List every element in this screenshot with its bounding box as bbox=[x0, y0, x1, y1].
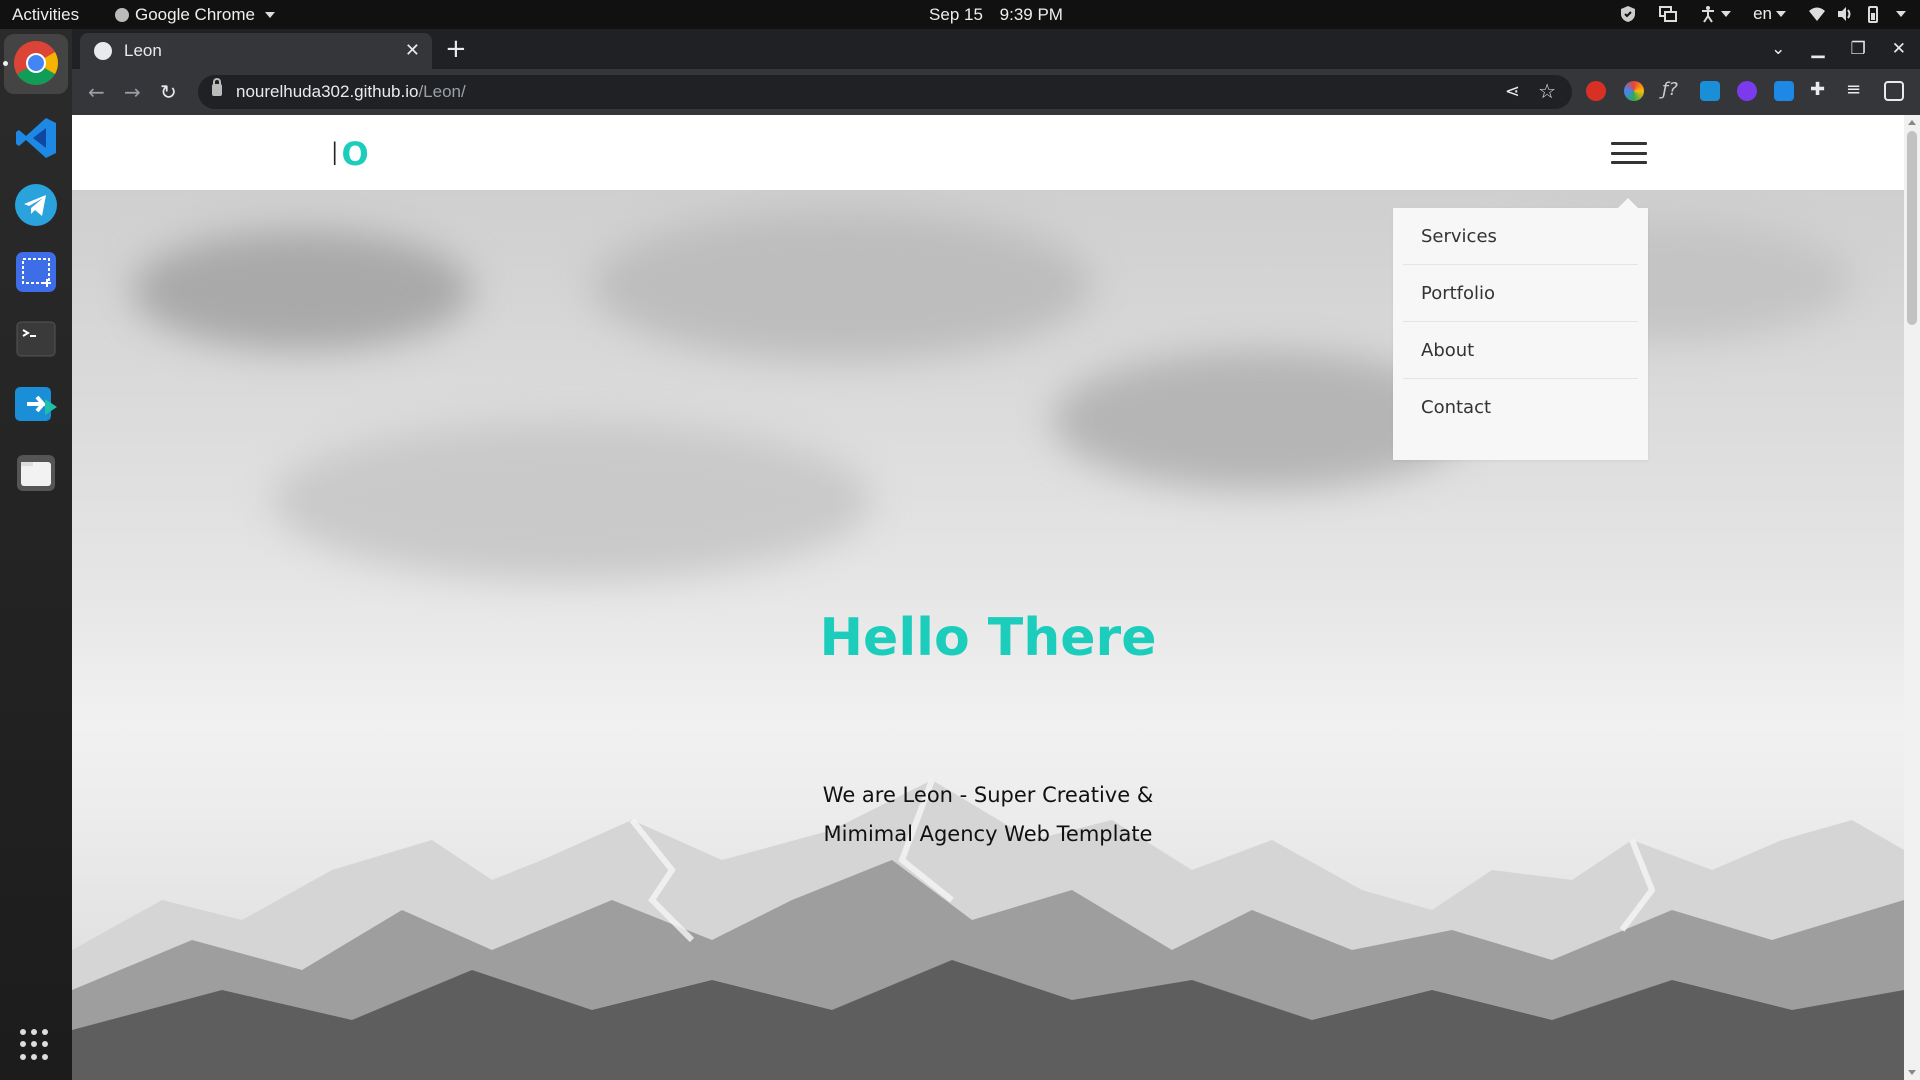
browser-toolbar: ← → ↻ nourelhuda302.github.io/Leon/ ⋖ ☆ … bbox=[72, 69, 1920, 115]
dock-telegram[interactable] bbox=[12, 181, 60, 229]
side-panel-icon[interactable] bbox=[1884, 81, 1904, 101]
nav-item-contact[interactable]: Contact bbox=[1403, 379, 1638, 436]
url-text: nourelhuda302.github.io/Leon/ bbox=[236, 82, 466, 102]
system-tray: en bbox=[1619, 4, 1906, 24]
dock-remote-desktop[interactable] bbox=[12, 382, 60, 430]
vscode-icon bbox=[16, 118, 56, 158]
forward-button[interactable]: → bbox=[124, 80, 141, 104]
dock-terminal[interactable] bbox=[12, 315, 60, 363]
accessibility-icon bbox=[1702, 6, 1715, 23]
window-controls: ⌄ ▁ ❐ ✕ bbox=[1771, 29, 1920, 69]
bookmark-star-icon[interactable]: ☆ bbox=[1538, 79, 1556, 104]
hero-subtitle-line-1: We are Leon - Super Creative & bbox=[822, 783, 1154, 807]
restore-button[interactable]: ❐ bbox=[1851, 39, 1866, 59]
hero-subtitle: We are Leon - Super Creative & Mimimal A… bbox=[72, 776, 1904, 854]
dock bbox=[0, 29, 72, 1080]
share-icon[interactable]: ⋖ bbox=[1505, 81, 1520, 102]
dock-files[interactable] bbox=[12, 449, 60, 497]
screens-icon[interactable] bbox=[1659, 5, 1678, 23]
cloud-shape bbox=[592, 210, 1092, 360]
clock-time: 9:39 PM bbox=[999, 5, 1063, 24]
nav-dropdown-menu: Services Portfolio About Contact bbox=[1393, 198, 1648, 460]
scrollbar-thumb[interactable] bbox=[1907, 131, 1917, 325]
dock-screenshot[interactable] bbox=[12, 248, 60, 296]
dock-chrome[interactable] bbox=[12, 39, 60, 87]
page-scrollbar[interactable] bbox=[1904, 115, 1920, 1080]
dock-running-indicator bbox=[3, 61, 8, 66]
hero-title: Hello There bbox=[819, 608, 1157, 668]
adblock-icon[interactable] bbox=[1586, 81, 1606, 101]
folder-icon bbox=[17, 455, 55, 491]
page-viewport: IO Hello There We are Leon - Super Creat… bbox=[72, 115, 1920, 1080]
download-extension-icon[interactable] bbox=[1774, 81, 1794, 101]
chrome-icon bbox=[14, 41, 58, 85]
telegram-icon bbox=[15, 184, 57, 226]
reload-button[interactable]: ↻ bbox=[160, 80, 177, 104]
url-path: /Leon/ bbox=[418, 82, 466, 101]
address-bar[interactable]: nourelhuda302.github.io/Leon/ ⋖ ☆ bbox=[198, 75, 1572, 109]
new-tab-button[interactable]: + bbox=[445, 34, 467, 64]
dock-vscode[interactable] bbox=[12, 114, 60, 162]
close-window-button[interactable]: ✕ bbox=[1892, 39, 1906, 59]
status-menu[interactable] bbox=[1808, 5, 1906, 23]
language-label: en bbox=[1753, 4, 1772, 23]
hamburger-menu-icon[interactable] bbox=[1611, 142, 1647, 164]
nav-item-about[interactable]: About bbox=[1403, 322, 1638, 379]
cloud-shape bbox=[272, 420, 872, 580]
language-menu[interactable]: en bbox=[1753, 4, 1786, 24]
screenshot-icon bbox=[16, 252, 56, 292]
scroll-down-arrow-icon[interactable] bbox=[1908, 1070, 1916, 1075]
remote-extension-icon[interactable] bbox=[1700, 81, 1720, 101]
lock-icon[interactable] bbox=[212, 78, 222, 96]
color-picker-extension-icon[interactable] bbox=[1624, 81, 1644, 101]
system-top-bar: Activities Google Chrome Sep 15 9:39 PM … bbox=[0, 0, 1920, 29]
chevron-down-icon bbox=[1896, 11, 1906, 17]
accessibility-menu[interactable] bbox=[1699, 5, 1732, 23]
site-logo[interactable]: IO bbox=[330, 135, 371, 173]
purple-extension-icon[interactable] bbox=[1737, 81, 1757, 101]
battery-icon bbox=[1868, 6, 1878, 23]
logo-letter-right: O bbox=[341, 135, 371, 173]
globe-icon bbox=[94, 42, 112, 60]
chevron-down-icon bbox=[1776, 11, 1786, 17]
logo-letter-left: I bbox=[330, 135, 342, 173]
hero-subtitle-line-2: Mimimal Agency Web Template bbox=[823, 822, 1153, 846]
font-extension-icon[interactable]: ƒ? bbox=[1662, 79, 1682, 100]
volume-icon bbox=[1838, 7, 1851, 21]
reading-list-icon[interactable]: ≡ bbox=[1846, 79, 1866, 100]
cloud-shape bbox=[132, 230, 472, 350]
remote-desktop-icon bbox=[15, 387, 57, 421]
shield-icon[interactable] bbox=[1619, 5, 1637, 23]
clock-date: Sep 15 bbox=[929, 5, 983, 24]
nav-item-services[interactable]: Services bbox=[1403, 208, 1638, 265]
nav-item-portfolio[interactable]: Portfolio bbox=[1403, 265, 1638, 322]
tab-search-icon[interactable]: ⌄ bbox=[1771, 39, 1785, 59]
scroll-up-arrow-icon[interactable] bbox=[1908, 120, 1916, 125]
site-header: IO bbox=[72, 115, 1904, 190]
extensions-puzzle-icon[interactable]: ✚ bbox=[1810, 79, 1830, 100]
minimize-button[interactable]: ▁ bbox=[1811, 39, 1824, 59]
terminal-icon bbox=[16, 321, 56, 357]
close-tab-icon[interactable]: ✕ bbox=[405, 40, 420, 61]
tab-leon[interactable]: Leon ✕ bbox=[80, 33, 432, 69]
tab-strip: Leon ✕ + ⌄ ▁ ❐ ✕ bbox=[72, 29, 1920, 69]
tab-title: Leon bbox=[124, 41, 162, 60]
chevron-down-icon bbox=[1721, 11, 1732, 17]
back-button[interactable]: ← bbox=[88, 80, 105, 104]
wifi-icon bbox=[1809, 7, 1825, 21]
show-applications-icon[interactable] bbox=[20, 1029, 52, 1061]
url-host: nourelhuda302.github.io bbox=[236, 82, 419, 101]
